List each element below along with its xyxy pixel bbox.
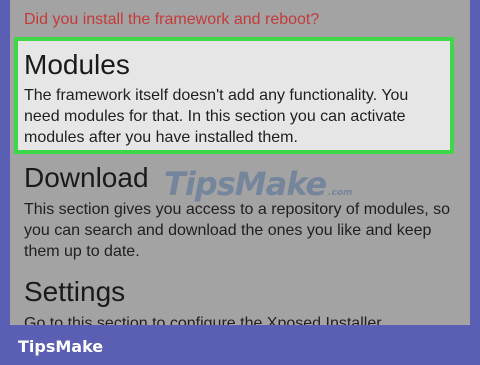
app-screen: Did you install the framework and reboot… — [10, 0, 470, 325]
section-settings[interactable]: Settings Go to this section to configure… — [24, 276, 454, 325]
section-desc-download: This section gives you access to a repos… — [24, 201, 450, 260]
section-title-settings: Settings — [24, 276, 126, 307]
section-title-modules: Modules — [24, 49, 130, 80]
section-modules[interactable]: Modules The framework itself doesn't add… — [14, 37, 454, 154]
section-desc-settings: Go to this section to configure the Xpos… — [24, 315, 382, 325]
watermark-logo: TipsMake .com — [164, 165, 353, 203]
footer-brand-logo: TipsMake — [18, 337, 104, 356]
section-desc-modules: The framework itself doesn't add any fun… — [24, 87, 409, 146]
framework-warning[interactable]: Did you install the framework and reboot… — [24, 10, 464, 30]
